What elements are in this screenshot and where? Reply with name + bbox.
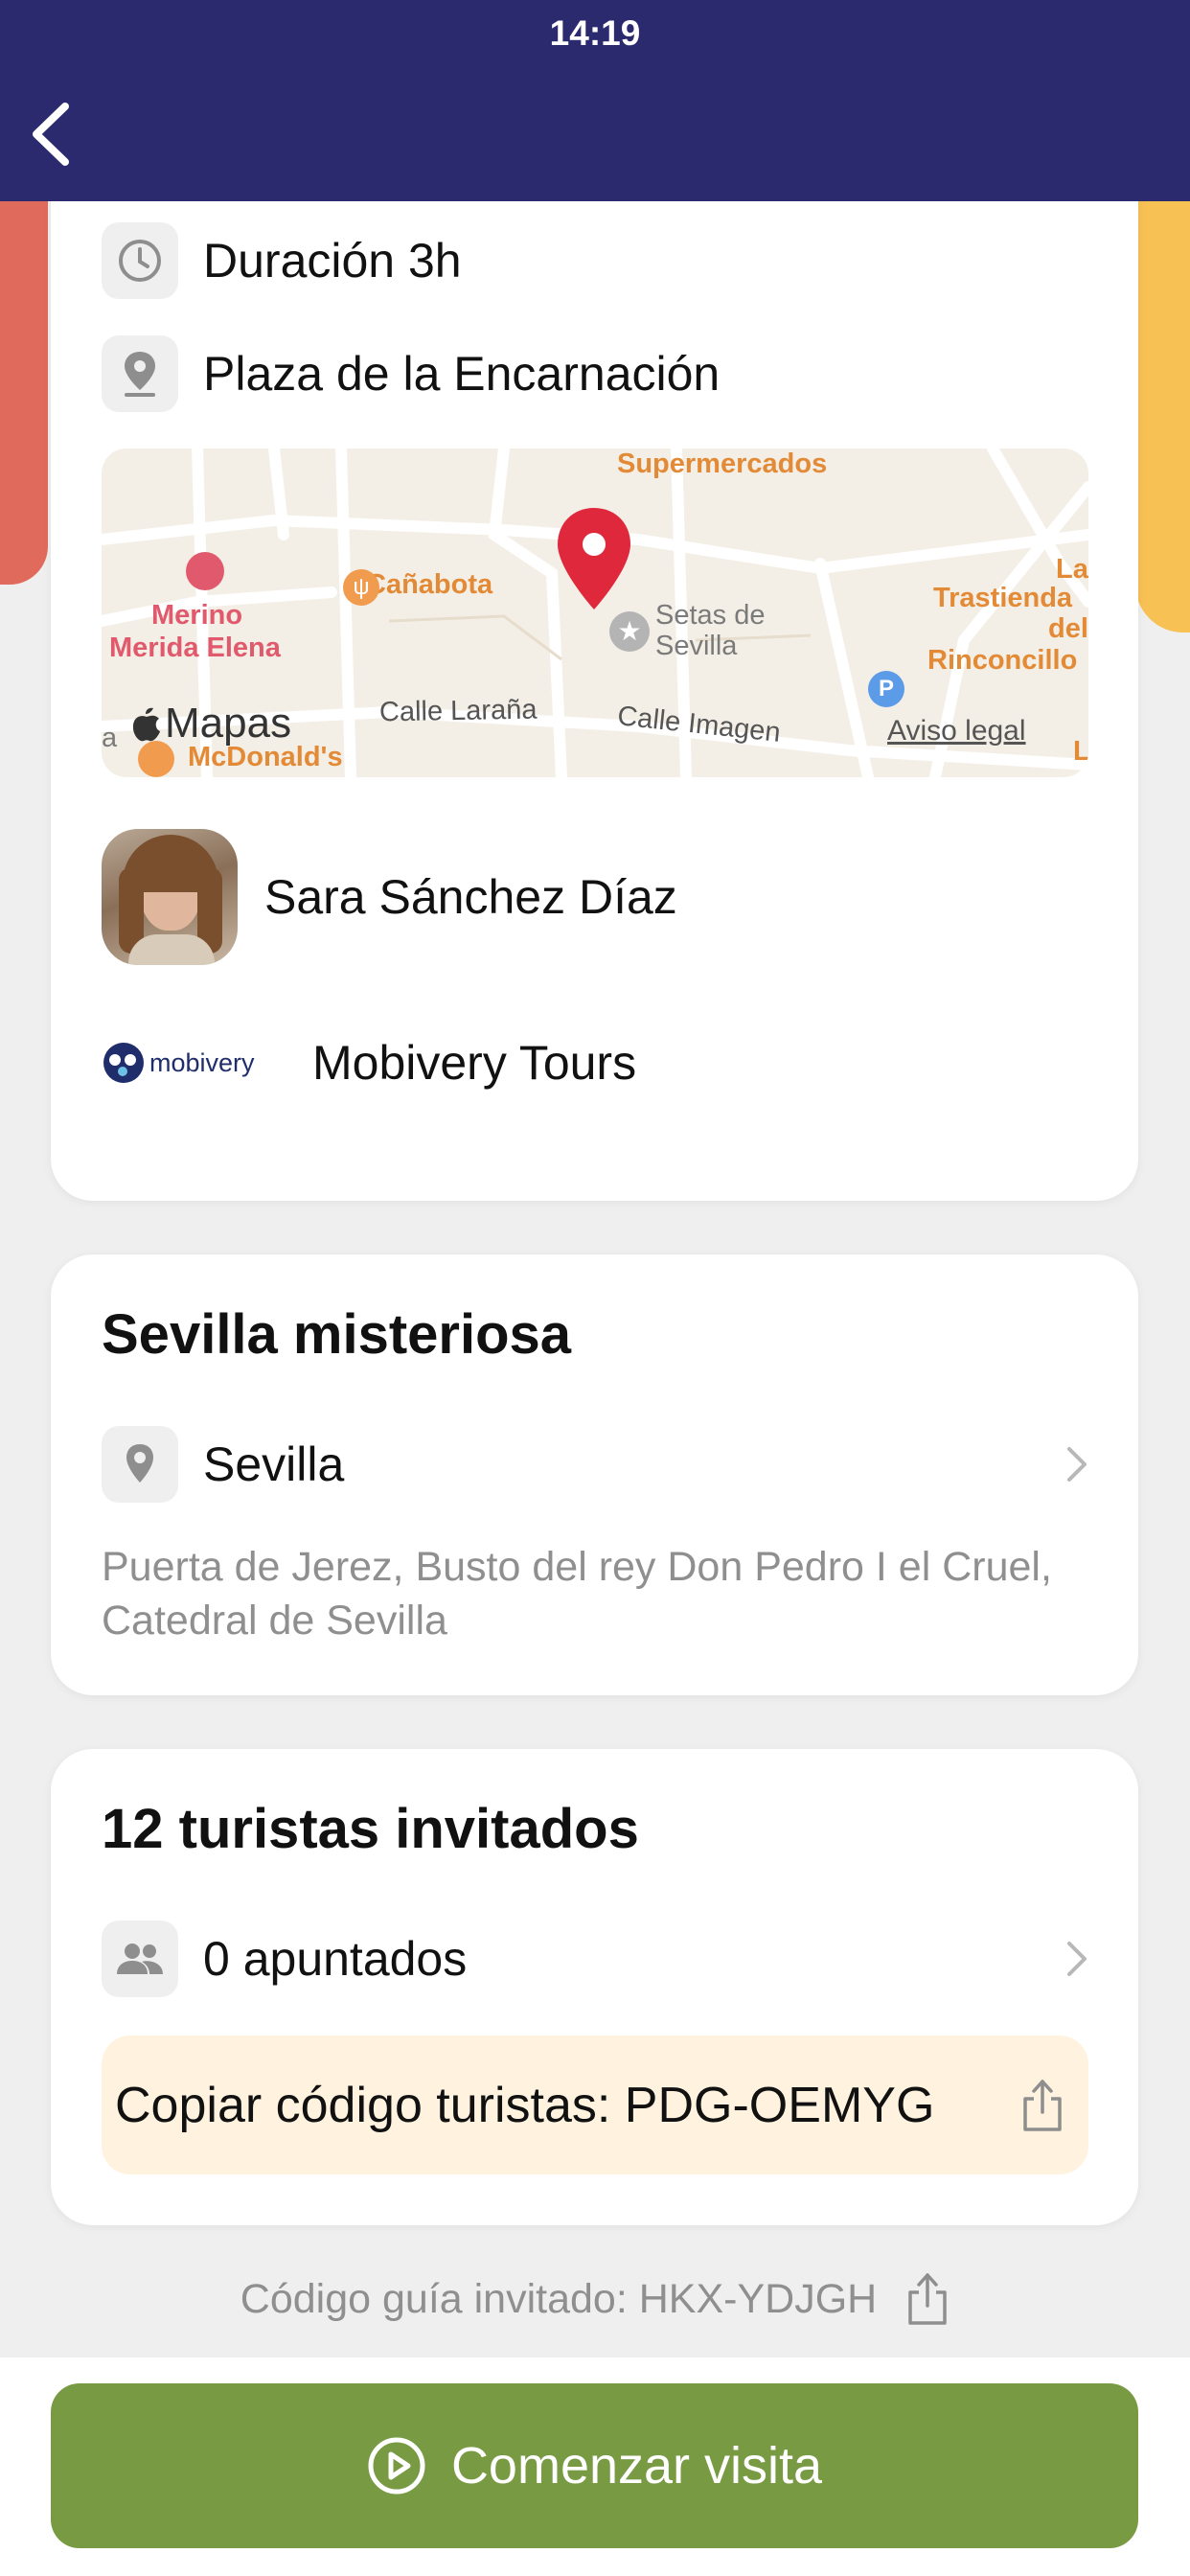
apple-logo-icon (132, 707, 160, 742)
play-circle-icon (368, 2437, 425, 2495)
map-label-calle-larana: Calle Laraña (378, 694, 538, 728)
company-name: Mobivery Tours (312, 1036, 637, 1090)
meeting-point-text: Plaza de la Encarnación (203, 347, 721, 401)
tourists-card: 12 turistas invitados 0 apuntados Copiar… (51, 1749, 1138, 2225)
top-bar: 14:19 (0, 0, 1190, 201)
map-label-trastienda: Trastienda (933, 583, 1073, 613)
decorative-shape-right (1135, 153, 1190, 632)
map-label-setas: Setas de (655, 600, 766, 631)
company-row[interactable]: mobivery Mobivery Tours (102, 1035, 636, 1091)
start-visit-button[interactable]: Comenzar visita (51, 2383, 1138, 2548)
location-pin-icon (102, 335, 178, 412)
back-button[interactable] (21, 91, 79, 177)
company-logo: mobivery (102, 1039, 264, 1087)
map-label-sevilla: Sevilla (655, 631, 738, 661)
guide-name: Sara Sánchez Díaz (264, 870, 677, 924)
map-label-supermercados: Supermercados (617, 448, 828, 479)
share-icon (1023, 2080, 1062, 2131)
chevron-right-icon (1067, 1942, 1087, 1976)
tourist-code-text: Copiar código turistas: PDG-OEMYG (115, 2077, 935, 2133)
duration-text: Duración 3h (203, 234, 462, 288)
map-label-l: L (1073, 736, 1088, 767)
map-label-la: La (1056, 554, 1088, 585)
maps-attribution: Mapas (130, 700, 291, 748)
mobivery-logo-icon (103, 1043, 144, 1083)
map-label-rinconcillo: Rinconcillo (927, 645, 1078, 676)
tourists-title: 12 turistas invitados (102, 1798, 639, 1860)
map-label-canabota: Cañabota (366, 569, 493, 600)
signed-up-row[interactable]: 0 apuntados (102, 1920, 1088, 1997)
chevron-right-icon (1067, 1447, 1087, 1482)
tour-card: Sevilla misteriosa Sevilla Puerta de Jer… (51, 1254, 1138, 1695)
start-visit-label: Comenzar visita (450, 2437, 823, 2495)
share-tourist-code-button[interactable] (1014, 2072, 1071, 2139)
city-row[interactable]: Sevilla (102, 1426, 1088, 1503)
decorative-shape-left (0, 153, 48, 585)
location-map[interactable]: Supermercados Cañabota Merino Merida Ele… (102, 448, 1088, 777)
map-label-del: del (1048, 613, 1088, 644)
map-label-a: a (102, 723, 118, 753)
map-label-merino: Merino (151, 600, 243, 631)
duration-row: Duración 3h (102, 222, 462, 299)
signed-up-count: 0 apuntados (203, 1932, 468, 1986)
guide-code-text: Código guía invitado: HKX-YDJGH (240, 2275, 878, 2322)
share-icon[interactable] (905, 2271, 950, 2327)
status-time: 14:19 (549, 13, 641, 53)
guide-row[interactable]: Sara Sánchez Díaz (102, 829, 677, 965)
guide-avatar (102, 829, 238, 965)
tour-details-card: Duración 3h Plaza de la Encarnación Supe… (51, 144, 1138, 1201)
tour-stops: Puerta de Jerez, Busto del rey Don Pedro… (102, 1544, 1052, 1644)
map-label-merida-elena: Merida Elena (109, 632, 281, 663)
star-poi-icon[interactable]: ★ (609, 611, 650, 652)
chevron-left-icon (33, 103, 69, 166)
shop-poi-icon[interactable] (186, 552, 224, 590)
meeting-point-row: Plaza de la Encarnación (102, 335, 720, 412)
maps-label: Mapas (165, 700, 292, 747)
parking-poi-icon[interactable]: P (868, 671, 904, 707)
location-pin-icon (102, 1426, 178, 1503)
guide-code-row[interactable]: Código guía invitado: HKX-YDJGH (0, 2271, 1190, 2327)
company-logo-text: mobivery (149, 1047, 255, 1077)
map-pin-icon (558, 508, 630, 610)
clock-icon (102, 222, 178, 299)
tour-title: Sevilla misteriosa (102, 1303, 572, 1366)
legal-notice-link[interactable]: Aviso legal (887, 715, 1026, 748)
restaurant-poi-icon[interactable]: ψ (343, 569, 379, 606)
copy-tourist-code-button[interactable]: Copiar código turistas: PDG-OEMYG (102, 2036, 1088, 2174)
tour-city: Sevilla (203, 1438, 345, 1491)
people-icon (102, 1920, 178, 1997)
